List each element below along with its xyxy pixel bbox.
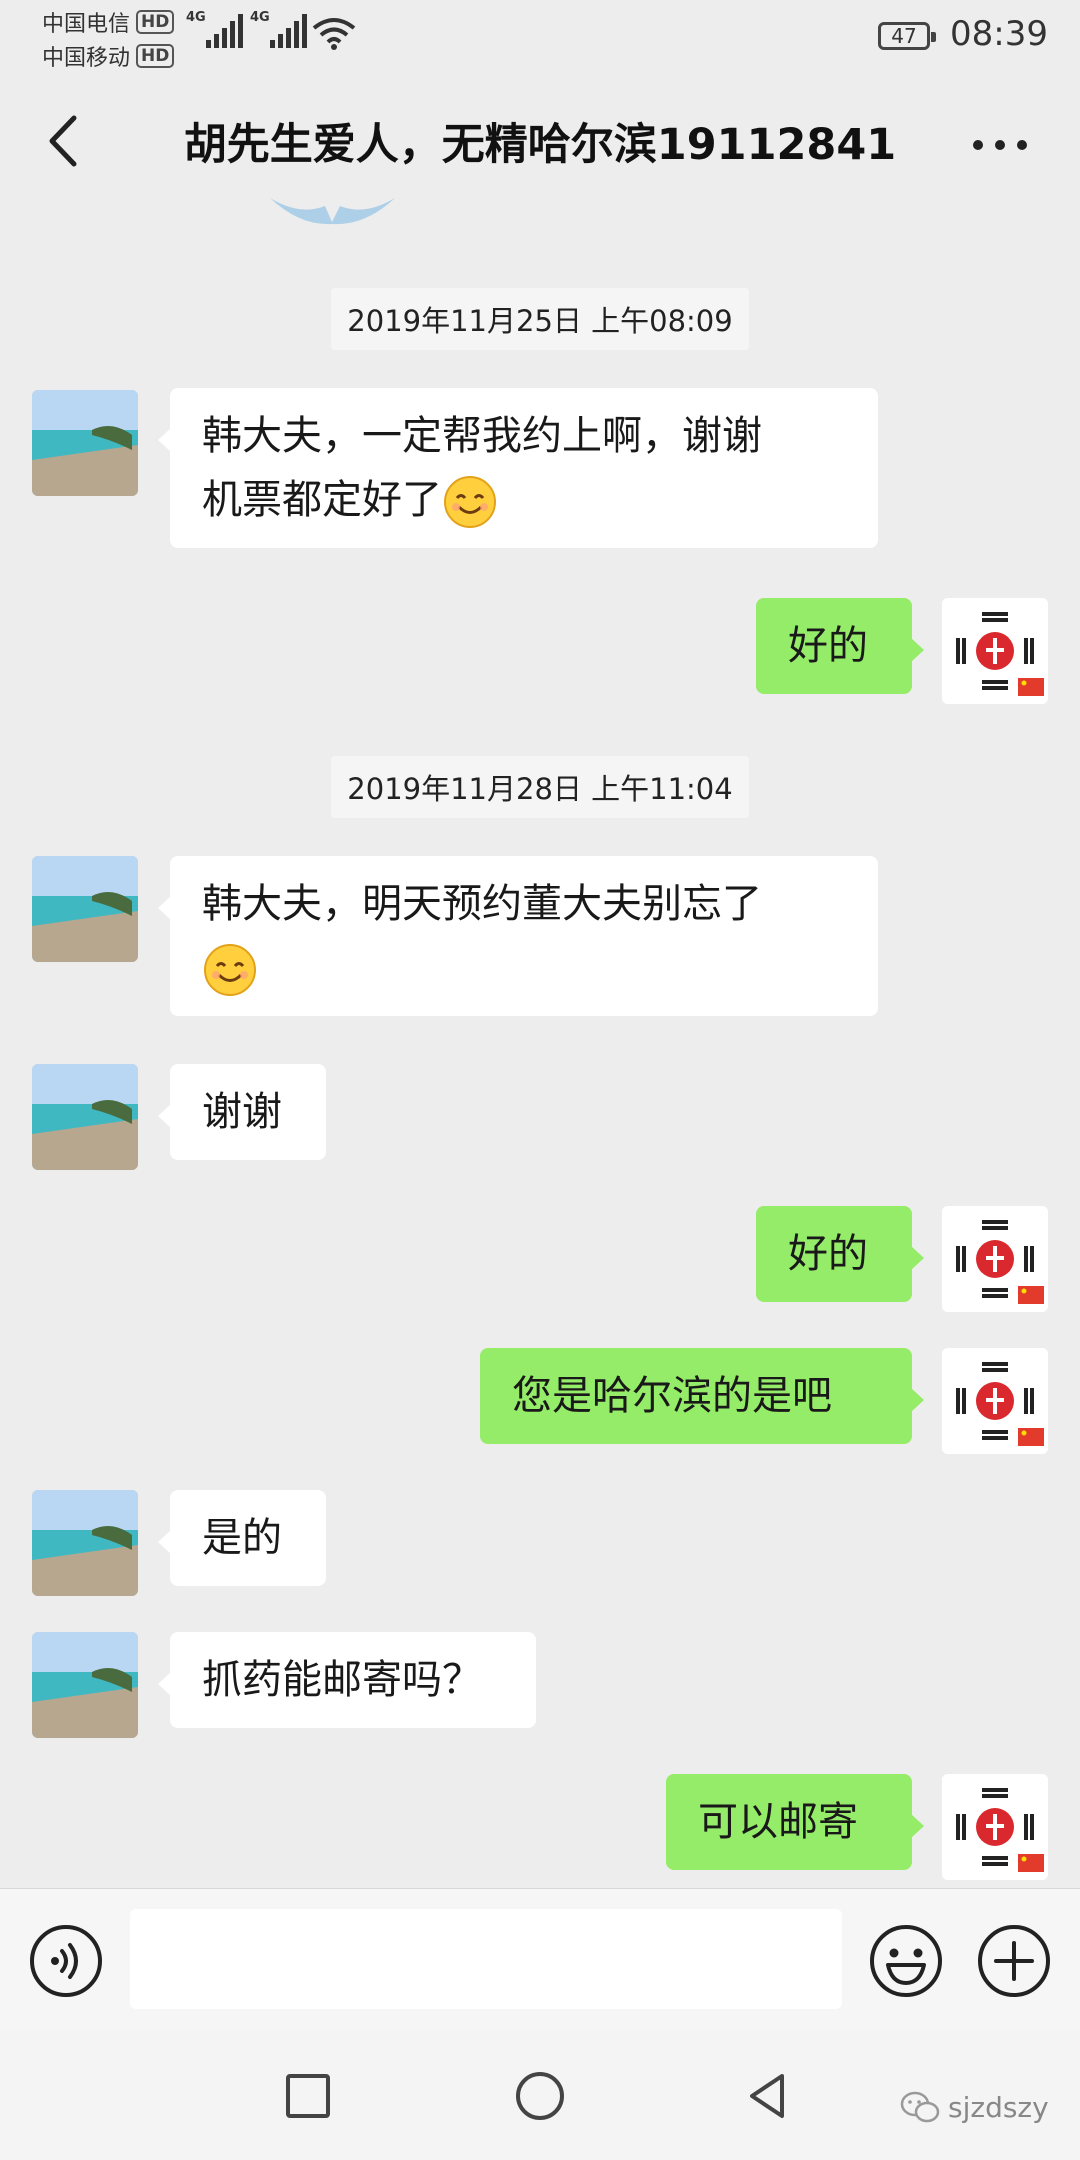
plus-button[interactable]	[976, 1923, 1052, 1999]
signal-2-icon: 4G	[250, 10, 307, 48]
message-line: 机票都定好了	[202, 477, 442, 523]
message-input[interactable]	[130, 1909, 842, 2009]
contact-avatar[interactable]	[32, 856, 138, 962]
watermark-text: sjzdszy	[948, 2090, 1049, 2124]
system-back-button[interactable]	[738, 2066, 798, 2126]
contact-avatar[interactable]	[32, 1064, 138, 1170]
message-bubble-right[interactable]: 您是哈尔滨的是吧	[480, 1348, 924, 1444]
wechat-logo-icon	[900, 2091, 940, 2123]
carrier-2: 中国移动 HD	[42, 40, 175, 72]
chat-title: 胡先生爱人，无精哈尔滨19112841	[183, 120, 897, 170]
bagua-avatar-icon	[942, 1348, 1048, 1454]
self-avatar[interactable]	[942, 598, 1048, 704]
carrier-1-label: 中国电信	[42, 12, 131, 37]
message-line: 韩大夫，明天预约董大夫别忘了	[202, 881, 762, 927]
more-button[interactable]	[970, 130, 1030, 160]
message-bubble-right[interactable]: 好的	[756, 598, 924, 694]
input-bar	[0, 1888, 1080, 2031]
message-bubble-left[interactable]: 谢谢	[158, 1064, 326, 1160]
beach-avatar-icon	[32, 1490, 138, 1596]
beach-avatar-icon	[32, 1064, 138, 1170]
hd-badge-2: HD	[136, 44, 175, 68]
self-avatar[interactable]	[942, 1206, 1048, 1312]
triangle-back-icon	[750, 2074, 784, 2118]
message-bubble-left[interactable]: 韩大夫，一定帮我约上啊，谢谢 机票都定好了	[158, 388, 878, 548]
recents-button[interactable]	[278, 2066, 338, 2126]
chat-header: 胡先生爱人，无精哈尔滨19112841	[0, 70, 1080, 210]
clock: 08:39	[950, 14, 1048, 54]
message-line: 抓药能邮寄吗？	[202, 1657, 482, 1703]
status-bar: 中国电信 HD 中国移动 HD 4G 4G 47 08:39	[0, 0, 1080, 72]
self-avatar[interactable]	[942, 1774, 1048, 1880]
message-line: 好的	[788, 623, 868, 669]
plus-icon	[978, 1925, 1050, 1997]
bagua-avatar-icon	[942, 1206, 1048, 1312]
network-1-label: 4G	[186, 10, 206, 25]
smile-emoji-icon	[204, 944, 256, 996]
back-button[interactable]	[30, 106, 100, 176]
timestamp-label: 2019年11月25日 上午08:09	[331, 288, 749, 350]
battery-level: 47	[891, 24, 917, 48]
carrier-2-label: 中国移动	[42, 46, 131, 71]
bagua-avatar-icon	[942, 1774, 1048, 1880]
home-button[interactable]	[510, 2066, 570, 2126]
wifi-icon	[312, 18, 356, 50]
contact-avatar[interactable]	[32, 1490, 138, 1596]
message-line: 好的	[788, 1231, 868, 1277]
timestamp: 2019年11月25日 上午08:09	[0, 288, 1080, 350]
contact-avatar[interactable]	[32, 390, 138, 496]
system-nav-bar: sjzdszy	[0, 2030, 1080, 2160]
square-icon	[286, 2074, 330, 2118]
message-line: 可以邮寄	[698, 1799, 858, 1845]
message-line: 您是哈尔滨的是吧	[512, 1373, 832, 1419]
more-dots-icon	[973, 140, 1027, 150]
partial-image[interactable]	[270, 196, 395, 226]
emoji-icon	[870, 1925, 942, 1997]
message-line: 谢谢	[202, 1089, 282, 1135]
voice-button[interactable]	[28, 1923, 104, 1999]
message-bubble-left[interactable]: 韩大夫，明天预约董大夫别忘了	[158, 856, 878, 1016]
timestamp: 2019年11月28日 上午11:04	[0, 756, 1080, 818]
network-2-label: 4G	[250, 10, 270, 25]
beach-avatar-icon	[32, 390, 138, 496]
message-line: 韩大夫，一定帮我约上啊，谢谢	[202, 413, 762, 459]
circle-icon	[516, 2072, 564, 2120]
beach-avatar-icon	[32, 856, 138, 962]
message-bubble-right[interactable]: 好的	[756, 1206, 924, 1302]
watermark: sjzdszy	[900, 2090, 1049, 2124]
self-avatar[interactable]	[942, 1348, 1048, 1454]
message-line: 是的	[202, 1515, 282, 1561]
emoji-button[interactable]	[868, 1923, 944, 1999]
carrier-1: 中国电信 HD	[42, 6, 175, 38]
message-bubble-right[interactable]: 可以邮寄	[666, 1774, 924, 1870]
battery-icon: 47	[878, 22, 936, 50]
chevron-left-icon	[49, 115, 77, 167]
message-bubble-left[interactable]: 是的	[158, 1490, 326, 1586]
contact-avatar[interactable]	[32, 1632, 138, 1738]
bagua-avatar-icon	[942, 598, 1048, 704]
hd-badge-1: HD	[136, 10, 175, 34]
voice-icon	[30, 1925, 102, 1997]
smile-emoji-icon	[444, 476, 496, 528]
timestamp-label: 2019年11月28日 上午11:04	[331, 756, 749, 818]
message-bubble-left[interactable]: 抓药能邮寄吗？	[158, 1632, 536, 1728]
beach-avatar-icon	[32, 1632, 138, 1738]
signal-1-icon: 4G	[186, 10, 243, 48]
